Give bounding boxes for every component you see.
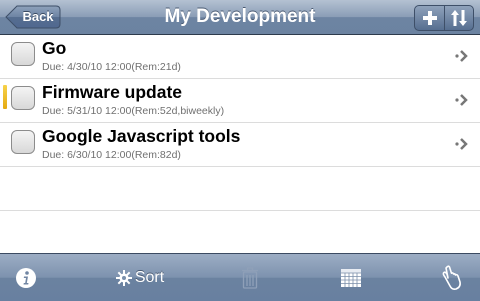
task-title: Firmware update [42, 82, 183, 102]
task-checkbox[interactable] [11, 42, 35, 66]
sort-button-label: Sort [134, 268, 165, 286]
task-title: Google Javascript tools [42, 126, 241, 146]
task-title: Go [42, 38, 67, 58]
calendar-button[interactable] [336, 254, 366, 301]
sort-order-button[interactable] [444, 6, 473, 30]
delete-button[interactable] [236, 254, 264, 301]
task-due-date: Due: 4/30/10 12:00(Rem:21d) [42, 61, 181, 73]
add-button[interactable] [415, 6, 445, 30]
calendar-icon [341, 268, 361, 287]
gear-icon [115, 269, 132, 286]
info-button[interactable] [10, 254, 42, 301]
info-icon [16, 267, 36, 288]
task-checkbox[interactable] [11, 130, 35, 154]
navigation-bar: Back My Development [0, 0, 480, 35]
empty-row [0, 167, 480, 211]
task-checkbox[interactable] [11, 86, 35, 110]
disclosure-chevron-icon[interactable] [454, 91, 472, 109]
back-button-label: Back [22, 9, 54, 24]
hand-tap-icon [442, 264, 461, 290]
sort-arrows-icon [450, 10, 467, 26]
page-title: My Development [164, 6, 316, 27]
task-row[interactable]: Go Due: 4/30/10 12:00(Rem:21d) [0, 35, 480, 79]
sort-button[interactable]: Sort [105, 254, 175, 301]
back-button[interactable]: Back [5, 5, 61, 29]
disclosure-chevron-icon[interactable] [454, 47, 472, 65]
priority-flag-icon [3, 85, 7, 109]
plus-icon [422, 11, 437, 25]
task-row[interactable]: Google Javascript tools Due: 6/30/10 12:… [0, 123, 480, 167]
tap-button[interactable] [436, 254, 466, 301]
task-due-date: Due: 6/30/10 12:00(Rem:82d) [42, 149, 181, 161]
task-list: Go Due: 4/30/10 12:00(Rem:21d) Firmware … [0, 35, 480, 253]
nav-segmented-control [414, 5, 474, 31]
disclosure-chevron-icon[interactable] [454, 135, 472, 153]
trash-icon [242, 266, 258, 289]
task-row[interactable]: Firmware update Due: 5/31/10 12:00(Rem:5… [0, 79, 480, 123]
task-due-date: Due: 5/31/10 12:00(Rem:52d,biweekly) [42, 105, 225, 117]
bottom-toolbar: Sort [0, 253, 480, 301]
